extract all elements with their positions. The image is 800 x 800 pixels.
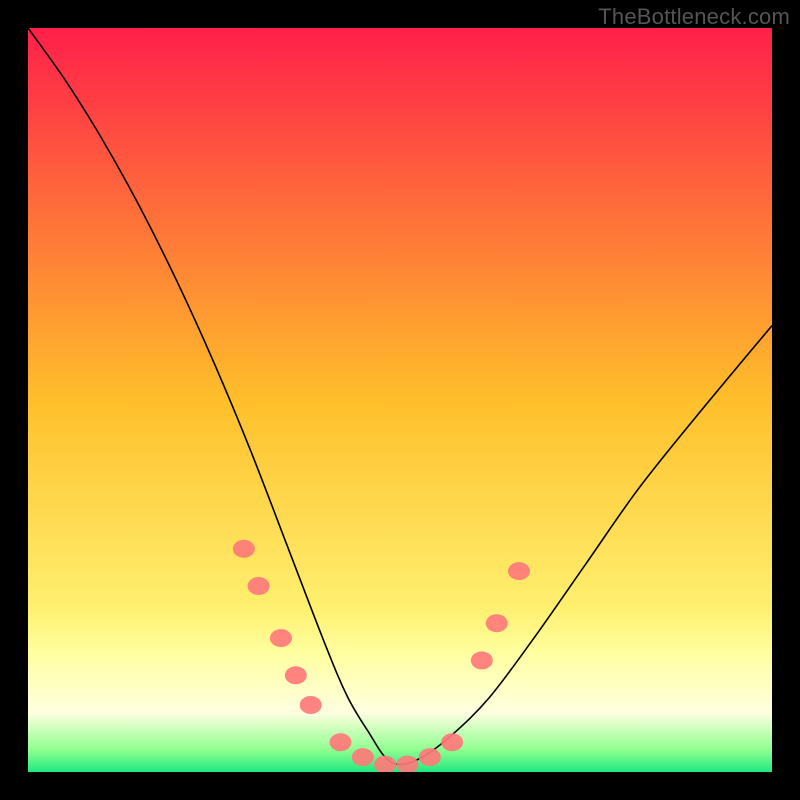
marker-point [486, 614, 508, 632]
marker-point [285, 666, 307, 684]
marker-point [508, 562, 530, 580]
marker-point [233, 540, 255, 558]
chart-frame: TheBottleneck.com [0, 0, 800, 800]
marker-point [441, 733, 463, 751]
gradient-background [28, 28, 772, 772]
watermark-text: TheBottleneck.com [598, 4, 790, 30]
marker-point [300, 696, 322, 714]
marker-point [419, 748, 441, 766]
plot-area [28, 28, 772, 772]
marker-point [471, 651, 493, 669]
marker-point [330, 733, 352, 751]
marker-point [248, 577, 270, 595]
marker-point [352, 748, 374, 766]
marker-point [270, 629, 292, 647]
chart-svg [28, 28, 772, 772]
